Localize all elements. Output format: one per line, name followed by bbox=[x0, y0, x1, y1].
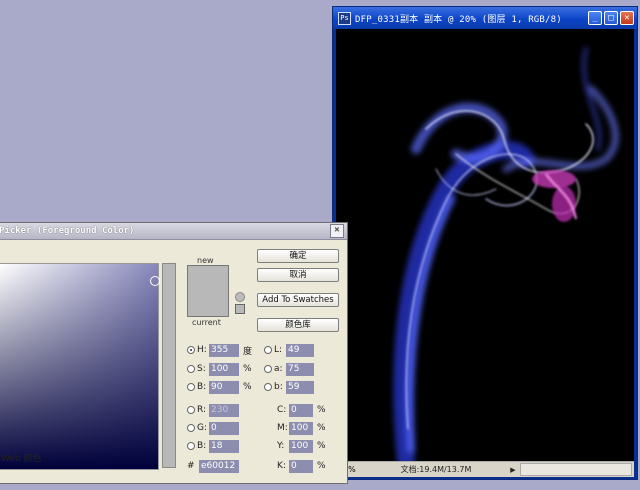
field-row-blue: B: 18 bbox=[187, 439, 239, 453]
radio-blue[interactable] bbox=[187, 442, 195, 450]
hex-input[interactable]: e60012 bbox=[199, 459, 239, 473]
input-l[interactable]: 49 bbox=[286, 343, 314, 357]
label-hex: # bbox=[187, 461, 195, 471]
radio-h[interactable] bbox=[187, 346, 195, 354]
document-window[interactable]: Ps DFP_0331副本 副本 @ 20% (图层 1, RGB/8) _ □… bbox=[332, 6, 638, 480]
input-a[interactable]: 75 bbox=[286, 362, 314, 376]
websafe-swatch-icon[interactable] bbox=[235, 304, 245, 314]
color-preview-swatch[interactable] bbox=[187, 265, 229, 317]
hue-slider[interactable] bbox=[162, 263, 176, 468]
label-b: B: bbox=[197, 382, 207, 392]
field-row-g: G: 0 bbox=[187, 421, 239, 435]
input-k[interactable]: 0 bbox=[289, 459, 313, 473]
new-color-label: new bbox=[197, 256, 214, 265]
input-r[interactable]: 230 bbox=[209, 403, 239, 417]
radio-lab-b[interactable] bbox=[264, 383, 272, 391]
field-row-lab-b: b: 59 bbox=[264, 380, 314, 394]
field-row-a: a: 75 bbox=[264, 362, 314, 376]
field-row-c: C: 0 % bbox=[277, 403, 326, 417]
cancel-button[interactable]: 取消 bbox=[257, 268, 339, 282]
image-canvas[interactable] bbox=[336, 29, 634, 461]
field-row-s: S: 100 % bbox=[187, 362, 252, 376]
label-lab-b: b: bbox=[274, 382, 283, 392]
unit-b: % bbox=[243, 382, 252, 392]
label-y: Y: bbox=[277, 441, 285, 451]
label-m: M: bbox=[277, 423, 288, 433]
field-row-b: B: 90 % bbox=[187, 380, 252, 394]
radio-a[interactable] bbox=[264, 365, 272, 373]
color-picker-dialog[interactable]: Picker (Foreground Color) ✕ Web 颜色 new c… bbox=[0, 222, 348, 484]
current-color-label: current bbox=[192, 318, 221, 327]
unit-k: % bbox=[317, 461, 326, 471]
field-row-k: K: 0 % bbox=[277, 459, 326, 473]
field-row-h: H: 355 度 bbox=[187, 343, 252, 357]
field-row-y: Y: 100 % bbox=[277, 439, 326, 453]
input-h[interactable]: 355 bbox=[209, 343, 239, 357]
gamut-warning-icon[interactable] bbox=[235, 292, 245, 302]
input-y[interactable]: 100 bbox=[289, 439, 313, 453]
label-blue: B: bbox=[197, 441, 207, 451]
label-h: H: bbox=[197, 345, 207, 355]
label-r: R: bbox=[197, 405, 207, 415]
input-c[interactable]: 0 bbox=[289, 403, 313, 417]
label-s: S: bbox=[197, 364, 206, 374]
close-button[interactable]: ✕ bbox=[620, 11, 634, 25]
unit-s: % bbox=[243, 364, 252, 374]
unit-c: % bbox=[317, 405, 326, 415]
input-g[interactable]: 0 bbox=[209, 421, 239, 435]
horizontal-scrollbar[interactable] bbox=[520, 463, 632, 476]
add-to-swatches-button[interactable]: Add To Swatches bbox=[257, 293, 339, 307]
color-field-marker[interactable] bbox=[150, 276, 160, 286]
input-b[interactable]: 90 bbox=[209, 380, 239, 394]
label-g: G: bbox=[197, 423, 208, 433]
document-title: DFP_0331副本 副本 @ 20% (图层 1, RGB/8) bbox=[355, 14, 562, 25]
radio-r[interactable] bbox=[187, 406, 195, 414]
unit-m: % bbox=[317, 423, 326, 433]
label-k: K: bbox=[277, 461, 286, 471]
label-c: C: bbox=[277, 405, 287, 415]
color-field[interactable] bbox=[0, 263, 159, 470]
input-m[interactable]: 100 bbox=[289, 421, 313, 435]
radio-b[interactable] bbox=[187, 383, 195, 391]
label-l: L: bbox=[274, 345, 283, 355]
ok-button[interactable]: 确定 bbox=[257, 249, 339, 263]
radio-s[interactable] bbox=[187, 365, 195, 373]
field-row-l: L: 49 bbox=[264, 343, 314, 357]
picker-close-button[interactable]: ✕ bbox=[330, 224, 344, 238]
status-menu-arrow-icon[interactable]: ▶ bbox=[508, 466, 518, 474]
color-libraries-button[interactable]: 颜色库 bbox=[257, 318, 339, 332]
input-s[interactable]: 100 bbox=[209, 362, 239, 376]
maximize-button[interactable]: □ bbox=[604, 11, 618, 25]
field-row-hex: # e60012 bbox=[187, 459, 239, 473]
unit-h: 度 bbox=[243, 346, 253, 357]
web-colors-label[interactable]: Web 颜色 bbox=[1, 451, 41, 464]
label-a: a: bbox=[274, 364, 283, 374]
picker-titlebar[interactable]: Picker (Foreground Color) ✕ bbox=[0, 223, 347, 240]
smoke-image bbox=[393, 47, 619, 461]
photoshop-doc-icon: Ps bbox=[338, 11, 351, 25]
unit-y: % bbox=[317, 441, 326, 451]
input-lab-b[interactable]: 59 bbox=[286, 380, 314, 394]
document-titlebar[interactable]: Ps DFP_0331副本 副本 @ 20% (图层 1, RGB/8) _ □… bbox=[333, 7, 637, 29]
status-bar: 20% 文档:19.4M/13.7M ▶ bbox=[336, 461, 634, 477]
radio-l[interactable] bbox=[264, 346, 272, 354]
document-size-info: 文档:19.4M/13.7M bbox=[400, 465, 472, 474]
picker-title: Picker (Foreground Color) bbox=[0, 226, 135, 236]
field-row-m: M: 100 % bbox=[277, 421, 326, 435]
minimize-button[interactable]: _ bbox=[588, 11, 602, 25]
input-blue[interactable]: 18 bbox=[209, 439, 239, 453]
field-row-r: R: 230 bbox=[187, 403, 239, 417]
radio-g[interactable] bbox=[187, 424, 195, 432]
